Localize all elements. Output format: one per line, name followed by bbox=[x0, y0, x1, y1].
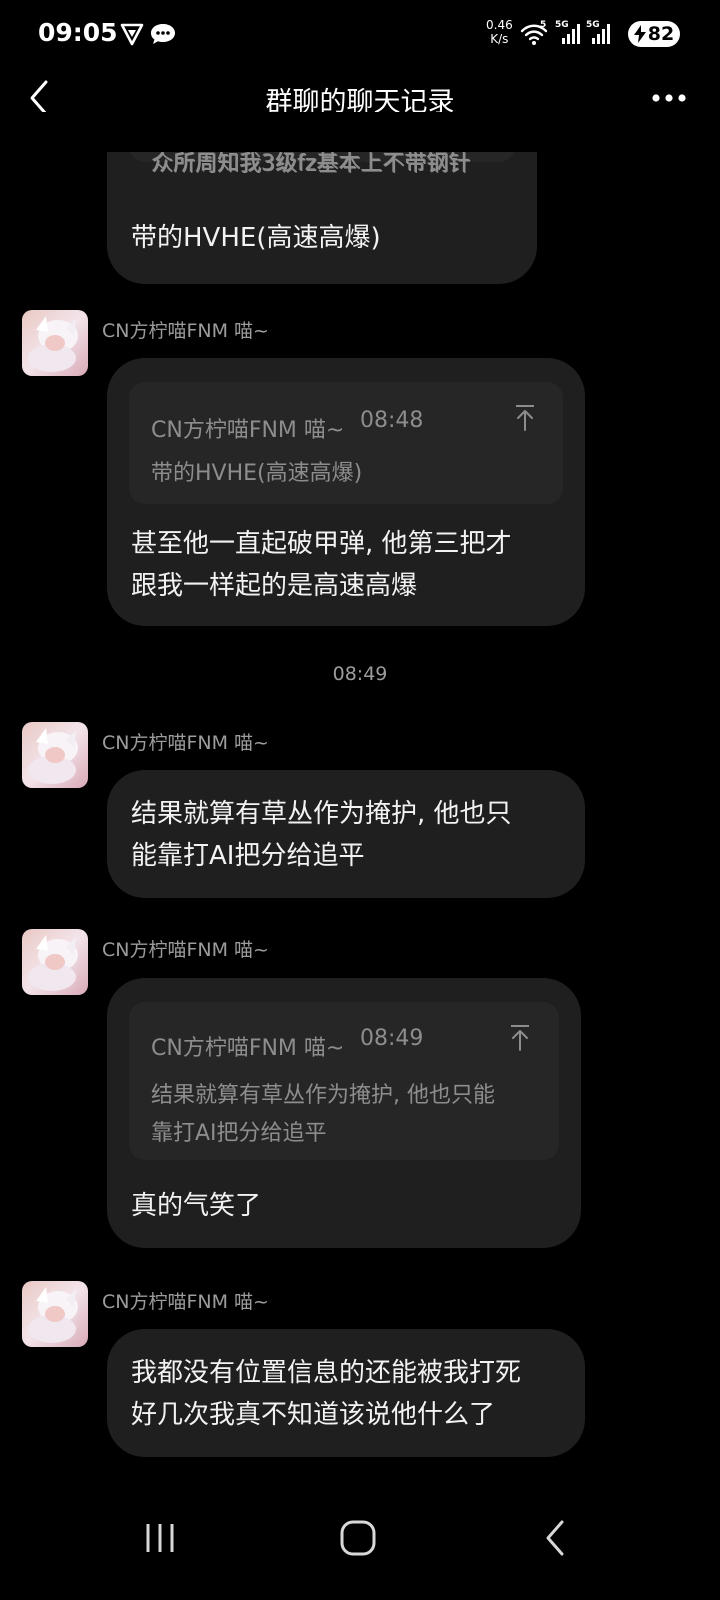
sender-name[interactable]: CN方柠喵FNM 喵~ bbox=[102, 1287, 269, 1314]
message-text-line: 我都没有位置信息的还能被我打死 bbox=[131, 1358, 522, 1388]
nav-back-button[interactable] bbox=[526, 1508, 586, 1568]
message-bubble[interactable]: 结果就算有草丛作为掩护, 他也只 能靠打AI把分给追平 bbox=[107, 770, 585, 898]
quoted-sender: CN方柠喵FNM 喵~ bbox=[151, 1036, 345, 1061]
avatar-image bbox=[22, 1281, 88, 1347]
status-time: 09:05 bbox=[38, 18, 118, 47]
avatar-image bbox=[22, 929, 88, 995]
message-text-line: 甚至他一直起破甲弹, 他第三把才 bbox=[131, 529, 512, 559]
jump-to-quote-icon[interactable] bbox=[509, 1024, 531, 1052]
avatar[interactable] bbox=[22, 722, 88, 788]
wifi-badge: 5 bbox=[540, 20, 547, 30]
message-bubble[interactable]: 我都没有位置信息的还能被我打死 好几次我真不知道该说他什么了 bbox=[107, 1329, 585, 1457]
sender-name[interactable]: CN方柠喵FNM 喵~ bbox=[102, 935, 269, 962]
signal-1-icon bbox=[562, 24, 580, 44]
back-icon bbox=[546, 1520, 564, 1556]
sender-name[interactable]: CN方柠喵FNM 喵~ bbox=[102, 728, 269, 755]
home-icon bbox=[340, 1520, 376, 1556]
avatar[interactable] bbox=[22, 1281, 88, 1347]
quoted-time: 08:48 bbox=[360, 408, 424, 433]
quoted-time: 08:49 bbox=[360, 1026, 424, 1051]
network-speed: 0.46 K/s bbox=[486, 18, 513, 46]
network-speed-value: 0.46 bbox=[486, 18, 513, 32]
home-button[interactable] bbox=[328, 1508, 388, 1568]
avatar[interactable] bbox=[22, 929, 88, 995]
charging-bolt-icon bbox=[633, 25, 646, 43]
avatar-image bbox=[22, 310, 88, 376]
quoted-message[interactable]: CN方柠喵FNM 喵~ 08:49 结果就算有草丛作为掩护, 他也只能 靠打AI… bbox=[129, 1002, 559, 1160]
quoted-text-line: 靠打AI把分给追平 bbox=[151, 1121, 327, 1146]
vpn-shield-icon bbox=[120, 23, 144, 46]
message-bubble[interactable]: CN方柠喵FNM 喵~ 08:49 结果就算有草丛作为掩护, 他也只能 靠打AI… bbox=[107, 978, 581, 1248]
message-text-line: 结果就算有草丛作为掩护, 他也只 bbox=[131, 799, 512, 829]
battery-level: 82 bbox=[647, 23, 675, 45]
message-text-line: 能靠打AI把分给追平 bbox=[131, 841, 365, 871]
avatar[interactable] bbox=[22, 310, 88, 376]
more-dots-icon bbox=[652, 94, 686, 102]
avatar-image bbox=[22, 722, 88, 788]
message-text: 真的气笑了 bbox=[131, 1191, 262, 1221]
message-text: 带的HVHE(高速高爆) bbox=[131, 223, 381, 253]
jump-to-quote-icon[interactable] bbox=[514, 404, 536, 432]
quoted-message[interactable]: CN方柠喵FNM 喵~ 08:48 带的HVHE(高速高爆) bbox=[129, 382, 563, 504]
time-separator: 08:49 bbox=[332, 663, 388, 685]
sender-name[interactable]: CN方柠喵FNM 喵~ bbox=[102, 316, 269, 343]
more-options-button[interactable] bbox=[650, 86, 690, 110]
network-speed-unit: K/s bbox=[490, 32, 509, 46]
message-text-line: 跟我一样起的是高速高爆 bbox=[131, 571, 418, 601]
message-bubble[interactable]: CN方柠喵FNM 喵~ 08:48 带的HVHE(高速高爆) 甚至他一直起破甲弹… bbox=[107, 358, 585, 626]
signal-2-icon bbox=[592, 24, 610, 44]
recents-icon bbox=[146, 1524, 174, 1552]
quoted-sender: CN方柠喵FNM 喵~ bbox=[151, 418, 345, 443]
recents-button[interactable] bbox=[130, 1508, 190, 1568]
message-text-line: 好几次我真不知道该说他什么了 bbox=[131, 1400, 496, 1430]
battery-indicator: 82 bbox=[628, 21, 680, 47]
quoted-text-line: 结果就算有草丛作为掩护, 他也只能 bbox=[151, 1083, 495, 1108]
quoted-text-visible: 众所周知我3级fz基本上不带钢针 bbox=[152, 152, 472, 177]
message-notification-icon bbox=[151, 24, 175, 44]
quoted-text: 带的HVHE(高速高爆) bbox=[151, 461, 363, 486]
